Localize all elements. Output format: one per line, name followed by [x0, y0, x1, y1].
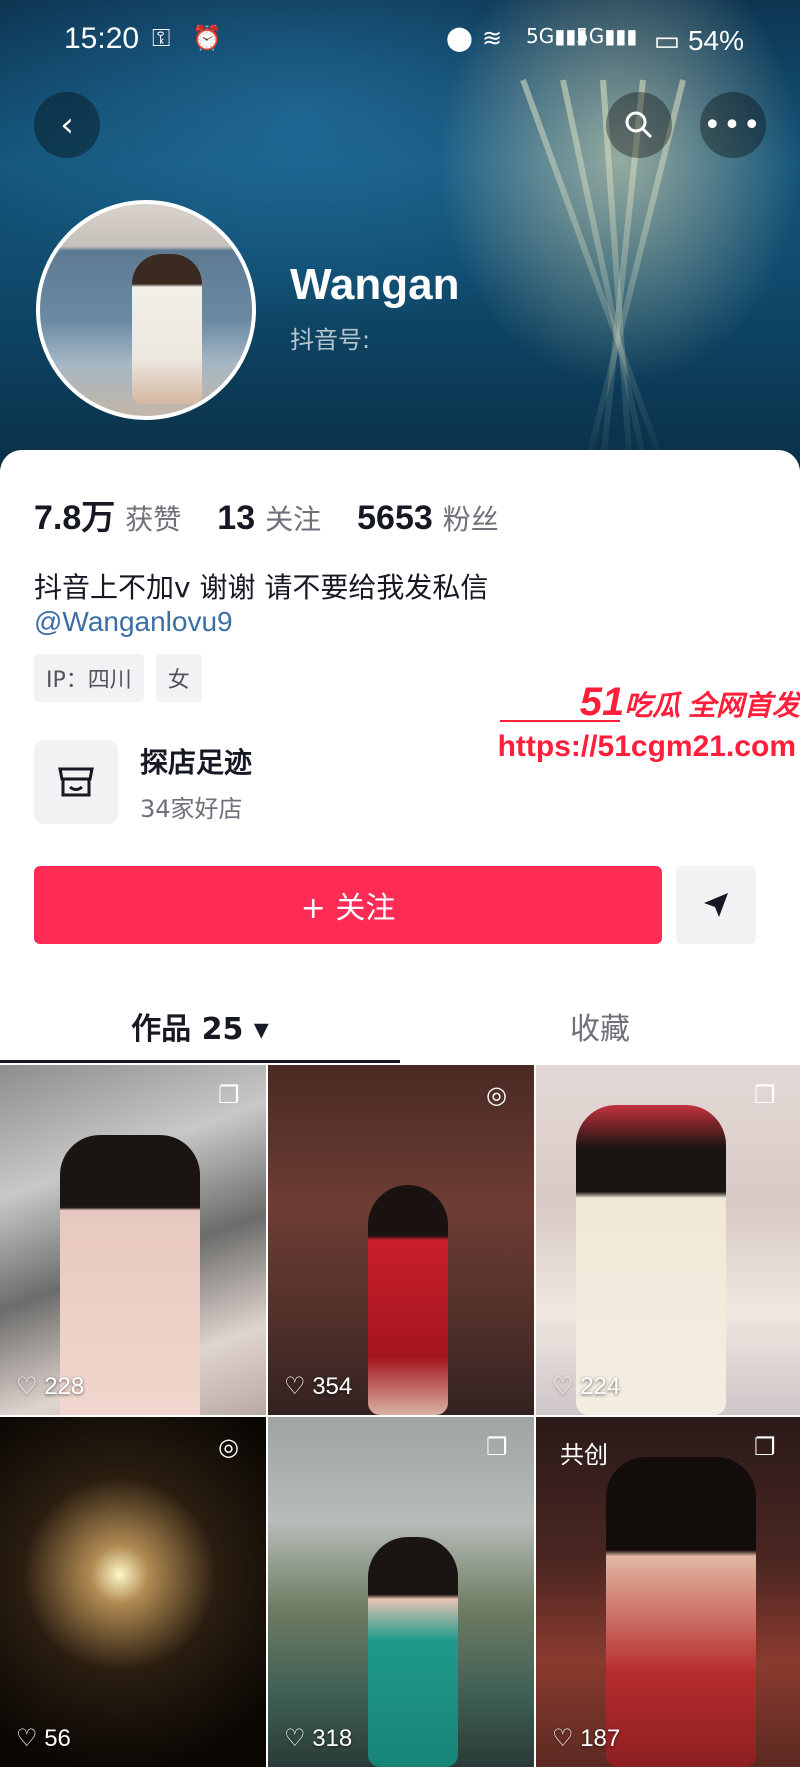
- multi-image-icon: ❐: [218, 1081, 240, 1109]
- live-photo-icon: ◎: [486, 1081, 507, 1109]
- message-button[interactable]: [676, 866, 756, 944]
- status-time: 15:20: [64, 22, 140, 55]
- username: Wangan: [290, 260, 460, 309]
- wifi-icon: ≋: [482, 24, 503, 52]
- back-button[interactable]: ‹: [34, 92, 100, 158]
- watermark-overlay: 51吃瓜 全网首发 https://51cgm21.com: [497, 680, 800, 780]
- video-likes: ♡ 187: [552, 1725, 621, 1752]
- co-create-tag: 共创: [560, 1441, 608, 1469]
- avatar-photo-figure: [132, 254, 202, 404]
- avatar[interactable]: [36, 200, 256, 420]
- mention-link[interactable]: @Wanganlovu9: [34, 606, 233, 638]
- key-icon: ⚿: [152, 24, 171, 52]
- tab-active-indicator: [0, 1060, 400, 1063]
- thumbnail-figure: [606, 1457, 756, 1767]
- shop-subtitle: 34家好店: [140, 794, 243, 823]
- alarm-icon: ⏰: [192, 24, 222, 52]
- watermark-brand: 51吃瓜 全网首发: [579, 680, 800, 724]
- location-icon: ⬤: [446, 24, 473, 52]
- more-dots-icon: •••: [703, 107, 763, 143]
- video-thumbnail[interactable]: ❐ ♡ 318: [268, 1417, 534, 1767]
- likes-label[interactable]: 获赞: [125, 498, 181, 538]
- battery-icon: ▭: [653, 25, 681, 56]
- battery-percent: 54%: [687, 25, 744, 56]
- video-likes: ♡ 228: [16, 1373, 85, 1400]
- chevron-left-icon: ‹: [60, 105, 74, 145]
- video-thumbnail[interactable]: ❐ ♡ 224: [536, 1065, 800, 1415]
- video-likes: ♡ 354: [284, 1373, 353, 1400]
- followers-label[interactable]: 粉丝: [443, 498, 499, 538]
- profile-tags: IP：四川 女: [34, 654, 202, 702]
- send-icon: [704, 893, 728, 917]
- profile-stats: 7.8万 获赞 13 关注 5653 粉丝: [34, 490, 535, 539]
- search-icon: [625, 111, 653, 139]
- douyin-id-label[interactable]: 抖音号:: [290, 320, 370, 355]
- thumbnail-figure: [368, 1537, 458, 1767]
- video-likes: ♡ 56: [16, 1725, 71, 1752]
- thumbnail-figure: [576, 1105, 726, 1415]
- following-label[interactable]: 关注: [265, 498, 321, 538]
- search-button[interactable]: [606, 92, 672, 158]
- content-tabs: 作品 25 ▾ 收藏: [0, 990, 800, 1062]
- shop-title: 探店足迹: [140, 745, 253, 779]
- video-grid: ❐ ♡ 228 ◎ ♡ 354 ❐ ♡ 224 ◎ ♡ 56 ❐ ♡ 318 共…: [0, 1065, 800, 1767]
- tab-favorites[interactable]: 收藏: [400, 990, 800, 1062]
- watermark-url: https://51cgm21.com: [497, 730, 796, 763]
- multi-image-icon: ❐: [754, 1081, 776, 1109]
- video-likes: ♡ 224: [552, 1373, 621, 1400]
- tab-works[interactable]: 作品 25 ▾: [0, 990, 400, 1062]
- ip-location-tag: IP：四川: [34, 654, 144, 702]
- video-thumbnail[interactable]: 共创 ❐ ♡ 187: [536, 1417, 800, 1767]
- multi-image-icon: ❐: [754, 1433, 776, 1461]
- live-photo-icon: ◎: [218, 1433, 239, 1461]
- likes-count[interactable]: 7.8万: [34, 490, 115, 539]
- gender-tag: 女: [155, 654, 202, 702]
- multi-image-icon: ❐: [486, 1433, 508, 1461]
- video-thumbnail[interactable]: ◎ ♡ 354: [268, 1065, 534, 1415]
- store-icon: [34, 740, 118, 824]
- video-thumbnail[interactable]: ❐ ♡ 228: [0, 1065, 266, 1415]
- more-button[interactable]: •••: [700, 92, 766, 158]
- profile-bio: 抖音上不加v 谢谢 请不要给我发私信: [34, 571, 489, 604]
- following-count[interactable]: 13: [217, 499, 255, 538]
- status-bar: 15:20 ⚿ ⏰ ⬤ ≋ 5G▮▮▮ 5G▮▮▮ ▭ 54%: [0, 22, 800, 62]
- video-thumbnail[interactable]: ◎ ♡ 56: [0, 1417, 266, 1767]
- battery-indicator: ▭ 54%: [654, 24, 744, 57]
- follow-button[interactable]: + 关注: [34, 866, 662, 944]
- shop-footprint-entry[interactable]: 探店足迹 34家好店: [34, 740, 252, 824]
- thumbnail-figure: [368, 1185, 448, 1415]
- followers-count[interactable]: 5653: [357, 499, 433, 538]
- video-likes: ♡ 318: [284, 1725, 353, 1752]
- signal-5g-2-icon: 5G▮▮▮: [576, 24, 638, 48]
